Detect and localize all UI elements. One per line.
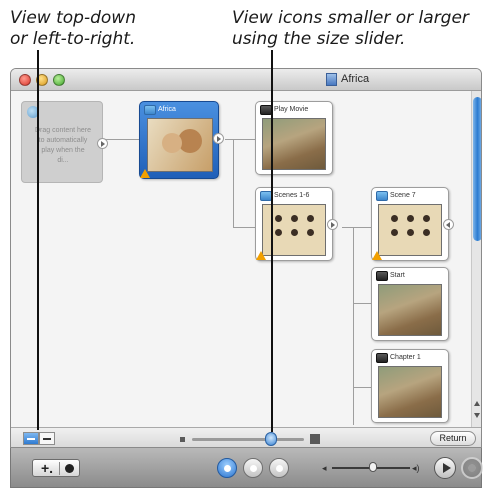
size-slider-thumb[interactable] <box>265 432 277 446</box>
dvd-map-window: Africa Drag content here to automaticall… <box>10 68 482 448</box>
scene-7-thumbnail <box>378 204 442 256</box>
burn-button[interactable] <box>461 457 483 479</box>
scroll-up-icon[interactable] <box>474 401 480 406</box>
close-button[interactable] <box>19 74 31 86</box>
autoplay-drop-zone[interactable]: Drag content here to automatically play … <box>21 101 108 183</box>
map-canvas: Drag content here to automatically play … <box>11 91 471 427</box>
movie-icon <box>376 353 388 363</box>
node-label: Start <box>390 272 405 279</box>
return-button[interactable]: Return <box>430 431 476 446</box>
scenes-link-arrow-icon[interactable] <box>327 219 338 230</box>
title-safe-button[interactable] <box>269 458 289 478</box>
node-label: Play Movie <box>274 106 309 113</box>
node-label: Scenes 1-6 <box>274 192 310 199</box>
screen-icon <box>276 465 283 472</box>
play-button[interactable] <box>434 457 456 479</box>
autoplay-drop-text: Drag content here to automatically play … <box>34 127 92 164</box>
small-size-icon <box>180 437 185 442</box>
callout-leader-right <box>271 50 273 432</box>
add-label: +. <box>41 460 54 476</box>
chapter-1-thumbnail <box>378 366 442 418</box>
view-options-bar: Return <box>11 427 481 447</box>
scroll-thumb[interactable] <box>473 97 481 241</box>
menu-icon <box>376 191 388 201</box>
node-label: Scene 7 <box>390 192 416 199</box>
autoplay-arrow-icon[interactable] <box>97 138 108 149</box>
menu-node-africa[interactable]: Africa <box>139 101 224 179</box>
large-size-icon <box>310 434 320 444</box>
folder-icon <box>326 73 337 86</box>
volume-slider-thumb[interactable] <box>369 462 377 472</box>
callout-leader-left <box>37 50 39 430</box>
window-title: Africa <box>341 73 370 85</box>
vertical-scrollbar[interactable] <box>471 91 481 427</box>
warning-icon <box>256 251 266 260</box>
motion-button[interactable] <box>243 458 263 478</box>
africa-thumbnail <box>147 118 213 172</box>
movie-node-play-movie[interactable]: Play Movie <box>255 101 333 175</box>
start-thumbnail <box>378 284 442 336</box>
volume-low-icon: ◂ <box>322 463 327 473</box>
map-icon <box>224 465 231 472</box>
title-bar[interactable]: Africa <box>11 69 481 91</box>
map-view-button[interactable] <box>217 458 237 478</box>
node-label: Chapter 1 <box>390 354 421 361</box>
warning-icon <box>372 251 382 260</box>
warning-icon <box>140 169 150 178</box>
movie-icon <box>376 271 388 281</box>
scene-7-link-arrow-icon[interactable] <box>443 219 454 230</box>
info-icon[interactable] <box>65 464 74 473</box>
menu-node-scene-7[interactable]: Scene 7 <box>371 187 454 261</box>
volume-high-icon: ◂) <box>412 463 420 473</box>
menu-node-scenes-1-6[interactable]: Scenes 1-6 <box>255 187 338 261</box>
menu-icon <box>144 105 156 115</box>
left-to-right-view-button[interactable] <box>23 432 39 445</box>
bottom-toolbar: +. ◂ ◂) <box>10 448 483 488</box>
scroll-down-icon[interactable] <box>474 413 480 418</box>
size-slider[interactable] <box>192 438 304 441</box>
movie-node-chapter-1[interactable]: Chapter 1 <box>371 349 449 423</box>
add-button[interactable]: +. <box>32 459 80 477</box>
movie-node-start[interactable]: Start <box>371 267 449 341</box>
zoom-button[interactable] <box>53 74 65 86</box>
loop-icon <box>250 465 257 472</box>
callout-size-slider: View icons smaller or larger using the s… <box>232 8 469 49</box>
africa-link-arrow-icon[interactable] <box>213 133 224 144</box>
callout-view-orientation: View top-down or left-to-right. <box>10 8 136 49</box>
top-down-view-button[interactable] <box>39 432 55 445</box>
node-label: Africa <box>158 106 176 113</box>
